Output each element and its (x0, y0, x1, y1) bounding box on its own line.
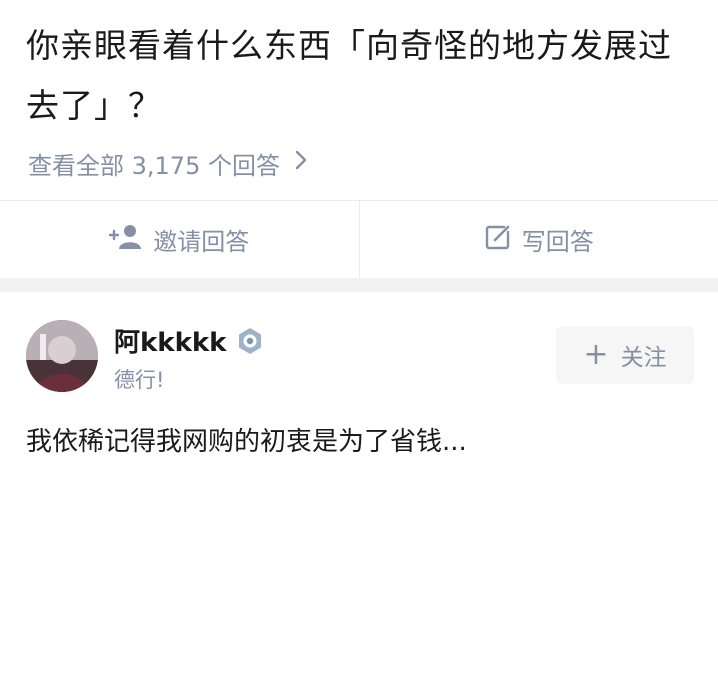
author-name[interactable]: 阿kkkkk (114, 322, 264, 359)
section-divider (0, 278, 718, 292)
follow-label: 关注 (620, 345, 667, 371)
author-name-text: 阿kkkkk (114, 328, 227, 358)
write-answer-button[interactable]: 写回答 (358, 201, 718, 278)
view-all-label: 查看全部 3,175 个回答 (28, 151, 280, 180)
avatar[interactable] (26, 320, 98, 392)
answer-page: 你亲眼看着什么东西「向奇怪的地方发展过去了」？ 查看全部 3,175 个回答 邀… (0, 0, 718, 688)
add-user-icon (109, 224, 153, 256)
follow-button[interactable]: + 关注 (556, 326, 694, 384)
edit-icon (484, 223, 522, 257)
invite-answer-button[interactable]: 邀请回答 (0, 201, 359, 278)
question-actions-bar: 邀请回答 写回答 (0, 200, 718, 278)
verified-badge-icon (236, 327, 264, 355)
chevron-right-icon (294, 149, 308, 177)
answer-excerpt[interactable]: 我依稀记得我网购的初衷是为了省钱... (26, 422, 696, 462)
author-bio: 德行! (114, 368, 165, 392)
write-answer-label: 写回答 (521, 228, 594, 256)
question-title[interactable]: 你亲眼看着什么东西「向奇怪的地方发展过去了」？ (26, 16, 696, 136)
invite-answer-label: 邀请回答 (153, 228, 250, 256)
view-all-answers-link[interactable]: 查看全部 3,175 个回答 (28, 145, 308, 181)
plus-icon: + (583, 337, 609, 372)
